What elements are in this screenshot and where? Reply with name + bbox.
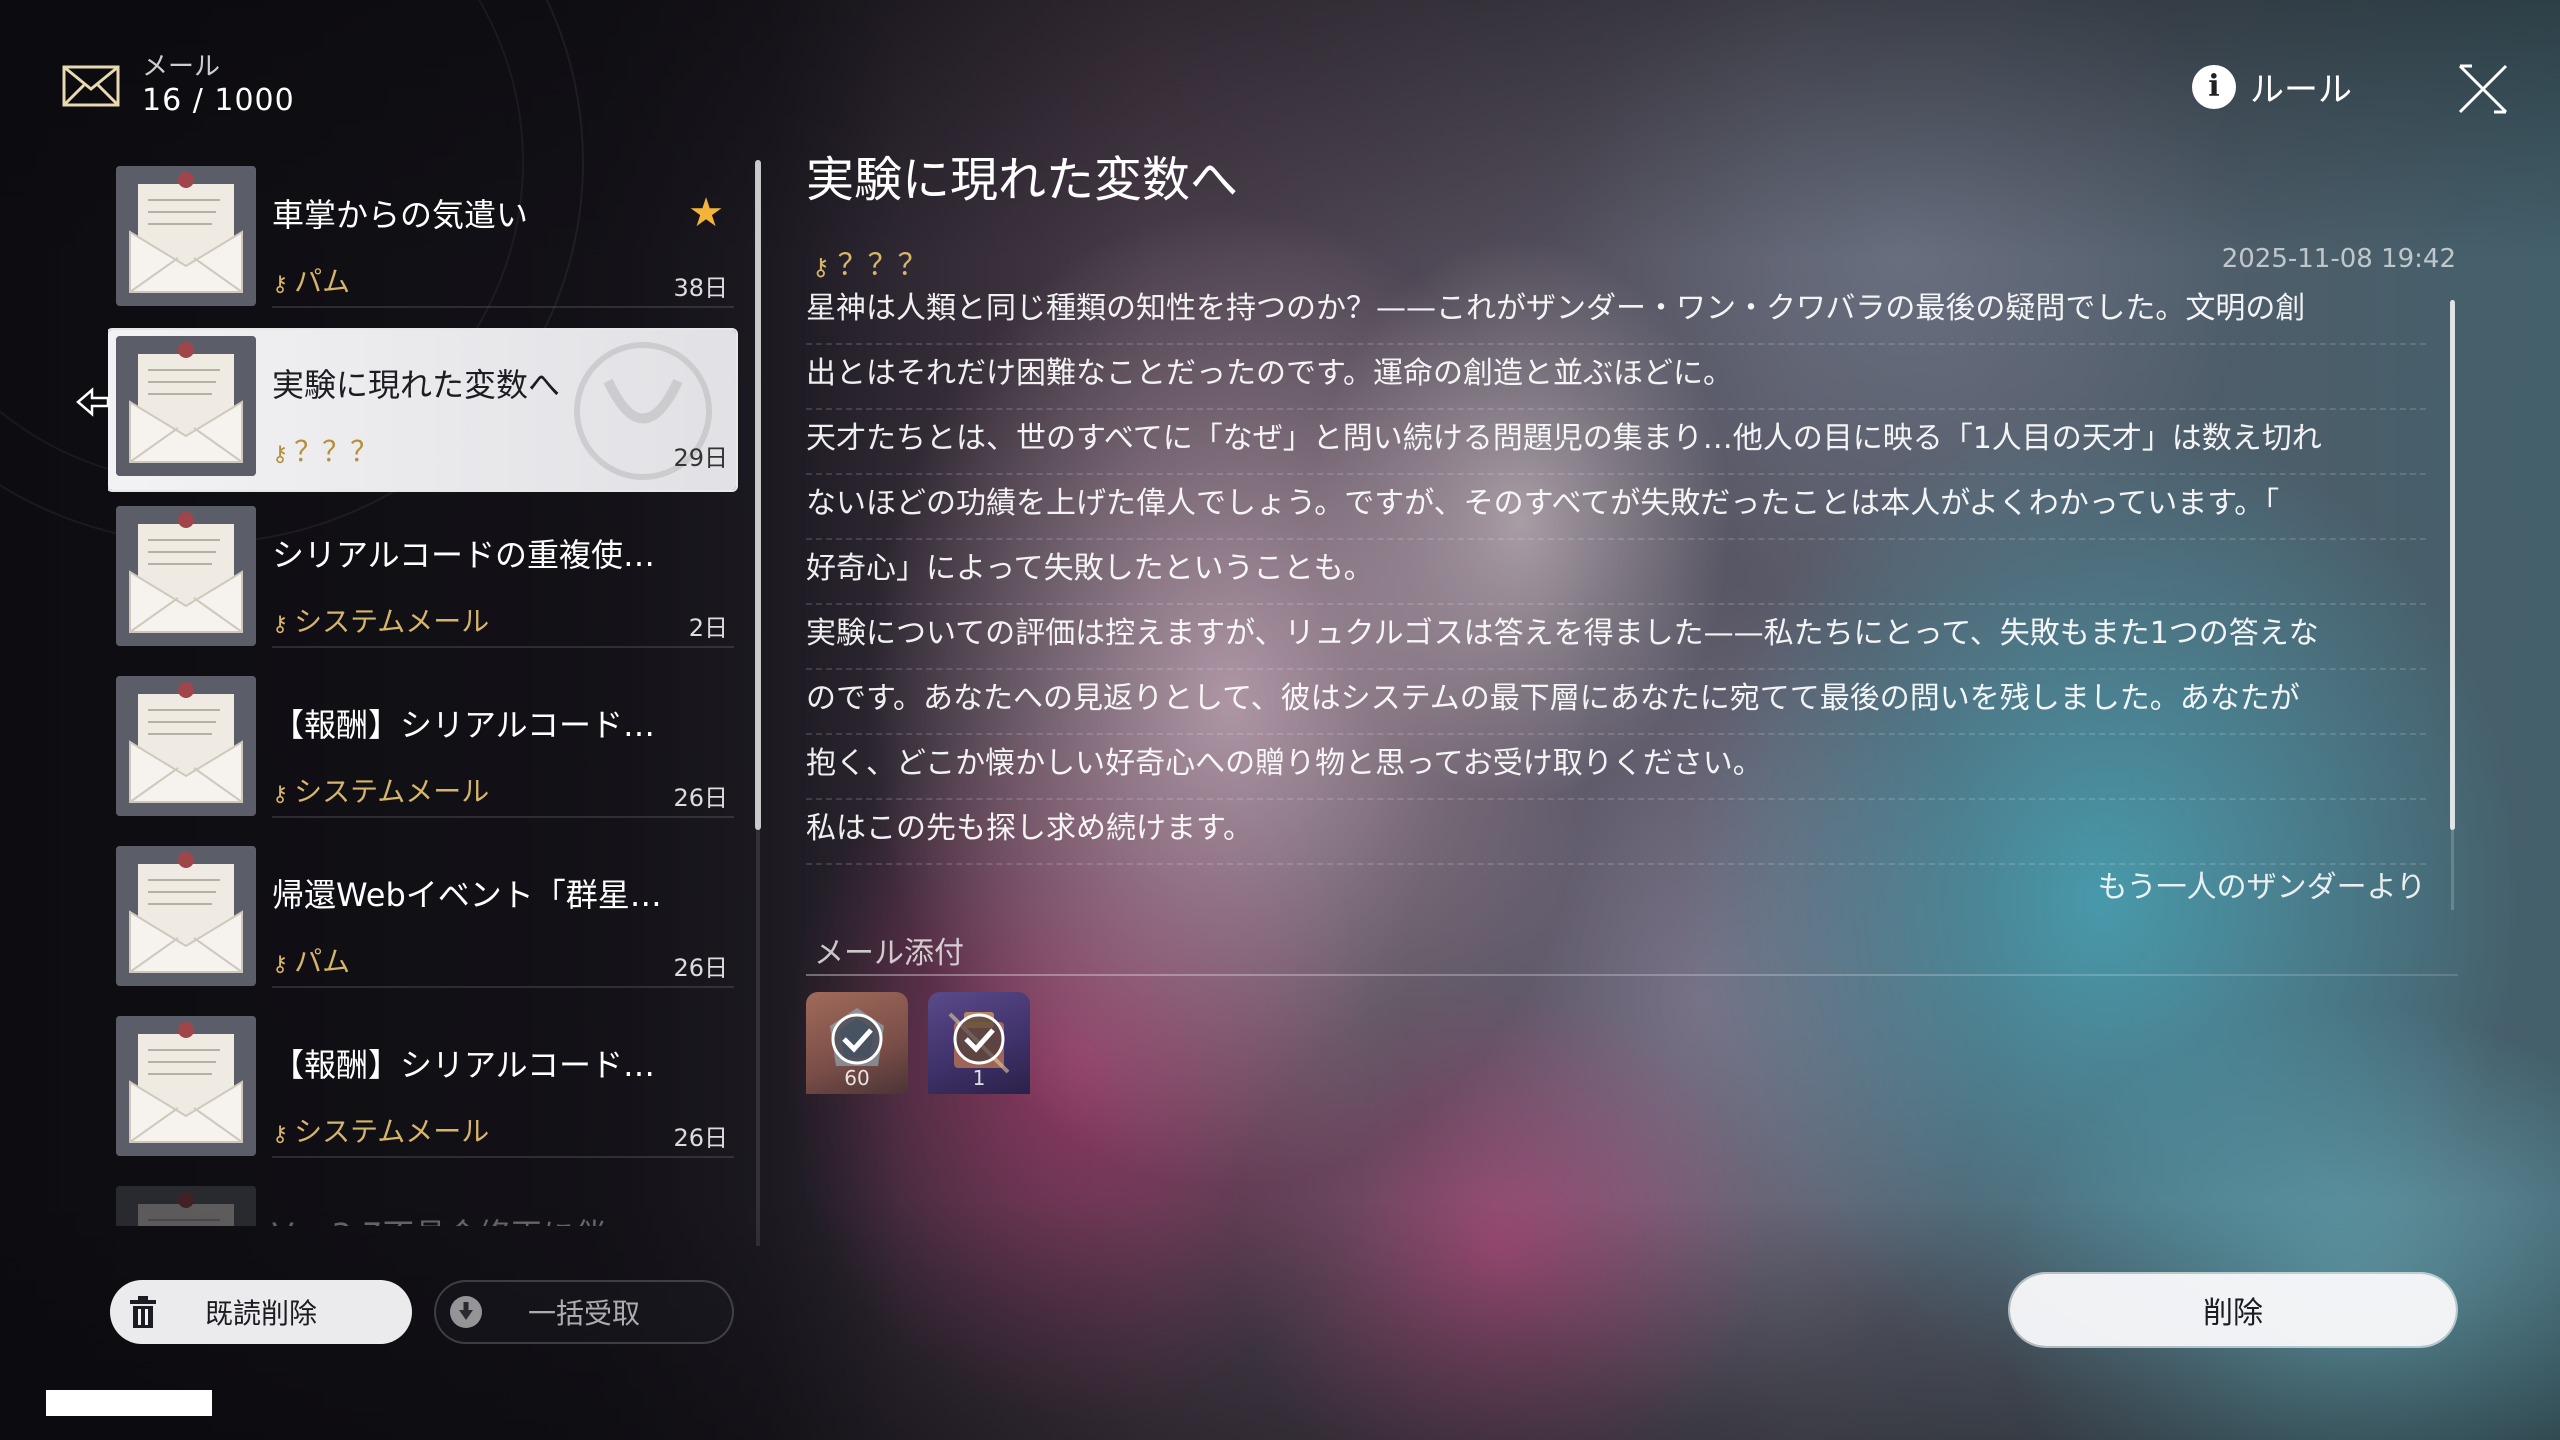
mail-list-item[interactable]: 帰還Webイベント「群星… ⚷ パム 26日 [108,840,738,988]
mail-body-line: 抱く、どこか懐かしい好奇心への贈り物と思ってお受け取りください。 [806,735,2426,800]
mail-item-days: 29日 [673,444,728,472]
attachments-label: メール添付 [814,936,964,971]
mail-item-sender: ⚷ システムメール [272,775,490,808]
rule-button[interactable]: i ルール [2192,62,2352,111]
mail-body-line: 天才たちとは、世のすべてに「なぜ」と問い続ける問題児の集まり…他人の目に映る「1… [806,410,2426,475]
key-icon: ⚷ [812,253,830,281]
mail-item-sender: ⚷？？？ [272,435,379,468]
mail-body-line: 出とはそれだけ困難なことだったのです。運命の創造と並ぶほどに。 [806,345,2426,410]
mail-item-days: 2日 [688,614,728,642]
envelope-thumbnail-icon [116,166,256,306]
claim-all-button[interactable]: 一括受取 [434,1280,734,1344]
key-icon: ⚷ [272,272,289,297]
key-icon: ⚷ [272,1122,289,1147]
envelope-thumbnail-icon [116,336,256,476]
attachment-item[interactable]: 60 [806,992,908,1094]
mail-sender: ⚷？？？ [812,248,928,283]
info-icon: i [2192,64,2236,109]
mail-list-item[interactable]: 車掌からの気遣い ⚷ パム 38日 ★ [108,160,738,308]
mail-item-title: シリアルコードの重複使… [272,536,656,574]
mail-list-item[interactable]: Ver.3.7不具合修正に伴… [108,1180,738,1226]
delete-label: 削除 [2203,1296,2263,1331]
mail-body-line: のです。あなたへの見返りとして、彼はシステムの最下層にあなたに宛てて最後の問いを… [806,670,2426,735]
mail-item-title: 実験に現れた変数へ [272,366,561,404]
mail-body-line: 私はこの先も探し求め続けます。 [806,800,2426,865]
read-delete-label: 既読削除 [204,1297,317,1330]
mail-count: 16 / 1000 [142,83,295,118]
mail-item-title: Ver.3.7不具合修正に伴… [272,1210,638,1226]
list-scrollbar[interactable] [755,160,761,830]
mail-item-days: 26日 [673,954,728,982]
mail-date: 2025-11-08 19:42 [2221,244,2456,274]
delete-button[interactable]: 削除 [2010,1274,2456,1346]
mail-list-item[interactable]: シリアルコードの重複使… ⚷ システムメール 2日 [108,500,738,648]
mail-item-sender: ⚷ パム [272,265,351,298]
trash-icon [130,1296,156,1328]
envelope-thumbnail-icon [116,676,256,816]
mail-body-line: 好奇心」によって失敗したということも。 [806,540,2426,605]
claimed-check-icon [953,1013,1005,1065]
mail-item-days: 26日 [673,1124,728,1152]
read-delete-button[interactable]: 既読削除 [110,1280,412,1344]
mail-item-days: 26日 [673,784,728,812]
mail-header: メール 16 / 1000 [62,52,295,120]
mail-item-sender: ⚷ パム [272,945,351,978]
bottom-bar [46,1390,212,1416]
mail-item-days: 38日 [673,274,728,302]
key-icon: ⚷ [272,952,289,977]
mail-title: 実験に現れた変数へ [806,152,1239,208]
download-icon [450,1296,482,1328]
mail-item-title: 【報酬】シリアルコード… [272,1046,656,1084]
body-scrollbar[interactable] [2450,300,2455,830]
mail-item-title: 車掌からの気遣い [272,196,529,234]
envelope-thumbnail-icon [116,1186,256,1226]
mail-label: メール [142,52,221,82]
mail-item-title: 帰還Webイベント「群星… [272,876,662,914]
key-icon: ⚷ [272,612,289,637]
star-icon[interactable]: ★ [688,190,724,236]
envelope-thumbnail-icon [116,1016,256,1156]
envelope-thumbnail-icon [116,506,256,646]
attachment-item[interactable]: 1 [928,992,1030,1094]
mail-list-item[interactable]: 【報酬】シリアルコード… ⚷ システムメール 26日 [108,1010,738,1158]
mail-body: 星神は人類と同じ種類の知性を持つのか？——これがザンダー・ワン・クワバラの最後の… [806,280,2426,905]
mail-body-line: 実験についての評価は控えますが、リュクルゴスは答えを得ました——私たちにとって、… [806,605,2426,670]
mail-list-item[interactable]: 実験に現れた変数へ ⚷？？？ 29日 [108,330,738,490]
mail-screen: メール 16 / 1000 i ルール 車掌からの気遣い ⚷ パム 38日 ★ 実験に現れ… [0,0,2560,1440]
mail-item-sender: ⚷ システムメール [272,605,490,638]
envelope-icon [62,65,120,107]
mail-item-title: 【報酬】シリアルコード… [272,706,656,744]
key-icon: ⚷ [272,782,289,807]
mail-body-line: 星神は人類と同じ種類の知性を持つのか？——これがザンダー・ワン・クワバラの最後の… [806,280,2426,345]
attachment-qty: 1 [972,1066,986,1090]
mail-list: 車掌からの気遣い ⚷ パム 38日 ★ 実験に現れた変数へ ⚷？？？ 29日シリアルコードの重… [108,160,738,1226]
claim-all-label: 一括受取 [527,1297,640,1330]
mail-signature: もう一人のザンダーより [2097,870,2427,905]
claimed-check-icon [831,1013,883,1065]
mail-list-item[interactable]: 【報酬】シリアルコード… ⚷ システムメール 26日 [108,670,738,818]
attachment-qty: 60 [844,1066,870,1090]
close-icon[interactable] [2456,62,2510,116]
mail-item-sender: ⚷ システムメール [272,1115,490,1148]
key-icon: ⚷ [272,442,289,467]
mail-body-line: ないほどの功績を上げた偉人でしょう。ですが、そのすべてが失敗だったことは本人がよ… [806,475,2426,540]
selection-arrow-icon [76,387,110,417]
rule-label: ルール [2250,70,2352,110]
envelope-thumbnail-icon [116,846,256,986]
